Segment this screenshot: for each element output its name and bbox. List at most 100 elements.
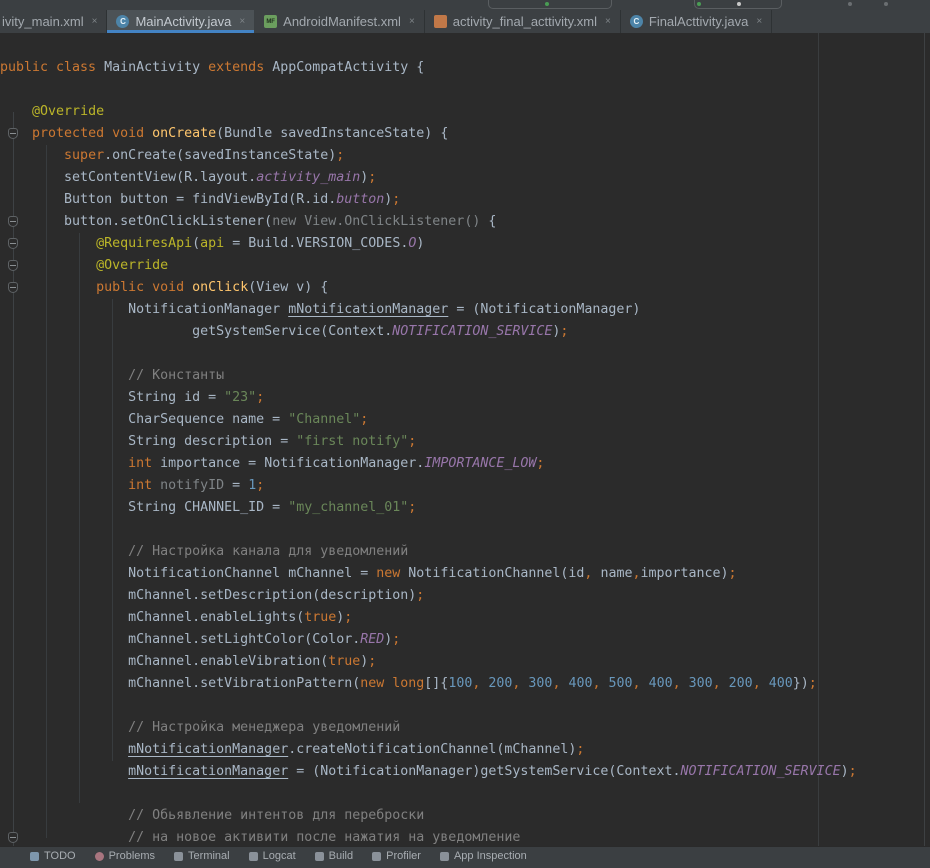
code-token: mChannel.enableLights(	[0, 610, 304, 625]
java-class-icon: C	[116, 15, 129, 28]
code-line[interactable]	[0, 519, 930, 541]
code-token: {	[488, 214, 496, 229]
status-dot-icon	[737, 2, 741, 6]
code-line[interactable]	[0, 79, 930, 101]
tool-window-button-terminal[interactable]: Terminal	[174, 850, 230, 862]
code-line[interactable]: super.onCreate(savedInstanceState);	[0, 145, 930, 167]
fold-marker-icon[interactable]	[8, 238, 18, 249]
code-token: ;	[576, 742, 584, 757]
code-token: "my_channel_01"	[288, 500, 408, 515]
code-line[interactable]: mChannel.enableVibration(true);	[0, 651, 930, 673]
code-line[interactable]: public class MainActivity extends AppCom…	[0, 57, 930, 79]
code-line[interactable]: protected void onCreate(Bundle savedInst…	[0, 123, 930, 145]
tool-window-button-profiler[interactable]: Profiler	[372, 850, 421, 862]
code-line[interactable]	[0, 343, 930, 365]
code-token: @Override	[96, 258, 168, 273]
tab-bar: ivity_main.xml×CMainActivity.java×MFAndr…	[0, 10, 930, 34]
close-tab-icon[interactable]: ×	[409, 16, 415, 27]
code-token: mNotificationManager	[288, 302, 448, 317]
code-line[interactable]: CharSequence name = "Channel";	[0, 409, 930, 431]
code-line[interactable]: NotificationChannel mChannel = new Notif…	[0, 563, 930, 585]
code-line[interactable]: // на новое активити после нажатия на ув…	[0, 827, 930, 846]
tab-ivity-main-xml[interactable]: ivity_main.xml×	[0, 10, 107, 33]
code-line[interactable]: int importance = NotificationManager.IMP…	[0, 453, 930, 475]
code-token: })	[793, 676, 809, 691]
code-token: NotificationChannel(id	[408, 566, 584, 581]
tool-window-button-problems[interactable]: Problems	[95, 850, 155, 862]
code-line[interactable]: // Настройка менеджера уведомлений	[0, 717, 930, 739]
code-line[interactable]: NotificationManager mNotificationManager…	[0, 299, 930, 321]
code-token: protected void	[32, 126, 152, 141]
code-line[interactable]: mChannel.enableLights(true);	[0, 607, 930, 629]
code-token: "23"	[224, 390, 256, 405]
fold-marker-icon[interactable]	[8, 260, 18, 271]
code-token: mNotificationManager	[128, 742, 288, 757]
code-line[interactable]: @RequiresApi(api = Build.VERSION_CODES.O…	[0, 233, 930, 255]
code-token: 400	[568, 676, 592, 691]
code-token: mChannel.setVibrationPattern(	[0, 676, 360, 691]
code-token: ;	[368, 170, 376, 185]
close-tab-icon[interactable]: ×	[92, 16, 98, 27]
code-area[interactable]: public class MainActivity extends AppCom…	[0, 57, 930, 846]
tab-finalacttivity-java[interactable]: CFinalActtivity.java×	[621, 10, 772, 33]
code-line[interactable]	[0, 695, 930, 717]
code-token: ;	[416, 588, 424, 603]
code-token: RED	[360, 632, 384, 647]
fold-marker-icon[interactable]	[8, 832, 18, 843]
code-token: ;	[536, 456, 544, 471]
code-line[interactable]: mNotificationManager.createNotificationC…	[0, 739, 930, 761]
close-tab-icon[interactable]: ×	[756, 16, 762, 27]
code-token: (	[192, 236, 200, 251]
code-line[interactable]: @Override	[0, 101, 930, 123]
code-line[interactable]: getSystemService(Context.NOTIFICATION_SE…	[0, 321, 930, 343]
code-line[interactable]: // Настройка канала для уведомлений	[0, 541, 930, 563]
code-line[interactable]: String CHANNEL_ID = "my_channel_01";	[0, 497, 930, 519]
code-token: .createNotificationChannel(mChannel)	[288, 742, 576, 757]
code-token: // Настройка менеджера уведомлений	[128, 720, 400, 735]
tab-mainactivity-java[interactable]: CMainActivity.java×	[107, 10, 255, 33]
code-token: @RequiresApi	[96, 236, 192, 251]
tab-label: activity_final_acttivity.xml	[453, 14, 597, 29]
code-token: mChannel.enableVibration(	[0, 654, 328, 669]
code-line[interactable]: // Обьявление интентов для переброски	[0, 805, 930, 827]
code-token: extends	[208, 60, 272, 75]
code-line[interactable]	[0, 783, 930, 805]
tab-activity-final-acttivity-xml[interactable]: activity_final_acttivity.xml ×	[425, 10, 621, 33]
code-line[interactable]: setContentView(R.layout.activity_main);	[0, 167, 930, 189]
code-line[interactable]: public void onClick(View v) {	[0, 277, 930, 299]
tool-window-button-app-inspection[interactable]: App Inspection	[440, 850, 527, 862]
code-token: int	[128, 456, 160, 471]
code-token	[0, 368, 128, 383]
code-line[interactable]: String id = "23";	[0, 387, 930, 409]
todo-icon	[30, 852, 39, 861]
code-line[interactable]: mChannel.setDescription(description);	[0, 585, 930, 607]
fold-marker-icon[interactable]	[8, 128, 18, 139]
fold-marker-icon[interactable]	[8, 282, 18, 293]
code-line[interactable]: mChannel.setLightColor(Color.RED);	[0, 629, 930, 651]
tab-androidmanifest-xml[interactable]: MFAndroidManifest.xml×	[255, 10, 425, 33]
code-token: ;	[256, 390, 264, 405]
code-token: onClick	[192, 280, 248, 295]
code-line[interactable]: int notifyID = 1;	[0, 475, 930, 497]
code-line[interactable]: @Override	[0, 255, 930, 277]
close-tab-icon[interactable]: ×	[605, 16, 611, 27]
tool-window-button-logcat[interactable]: Logcat	[249, 850, 296, 862]
editor[interactable]: public class MainActivity extends AppCom…	[0, 33, 930, 846]
code-token: true	[328, 654, 360, 669]
code-token: // Настройка канала для уведомлений	[128, 544, 408, 559]
fold-marker-icon[interactable]	[8, 216, 18, 227]
code-line[interactable]: mChannel.setVibrationPattern(new long[]{…	[0, 673, 930, 695]
code-line[interactable]: String description = "first notify";	[0, 431, 930, 453]
code-token: importance)	[640, 566, 728, 581]
tool-window-button-build[interactable]: Build	[315, 850, 353, 862]
code-line[interactable]: // Константы	[0, 365, 930, 387]
code-token: = (NotificationManager)	[448, 302, 640, 317]
tool-window-button-todo[interactable]: TODO	[30, 850, 76, 862]
code-line[interactable]: mNotificationManager = (NotificationMana…	[0, 761, 930, 783]
code-token: super	[64, 148, 104, 163]
code-token	[0, 742, 128, 757]
code-token: onCreate	[152, 126, 216, 141]
close-tab-icon[interactable]: ×	[239, 16, 245, 27]
code-line[interactable]: Button button = findViewById(R.id.button…	[0, 189, 930, 211]
code-line[interactable]: button.setOnClickListener(new View.OnCli…	[0, 211, 930, 233]
